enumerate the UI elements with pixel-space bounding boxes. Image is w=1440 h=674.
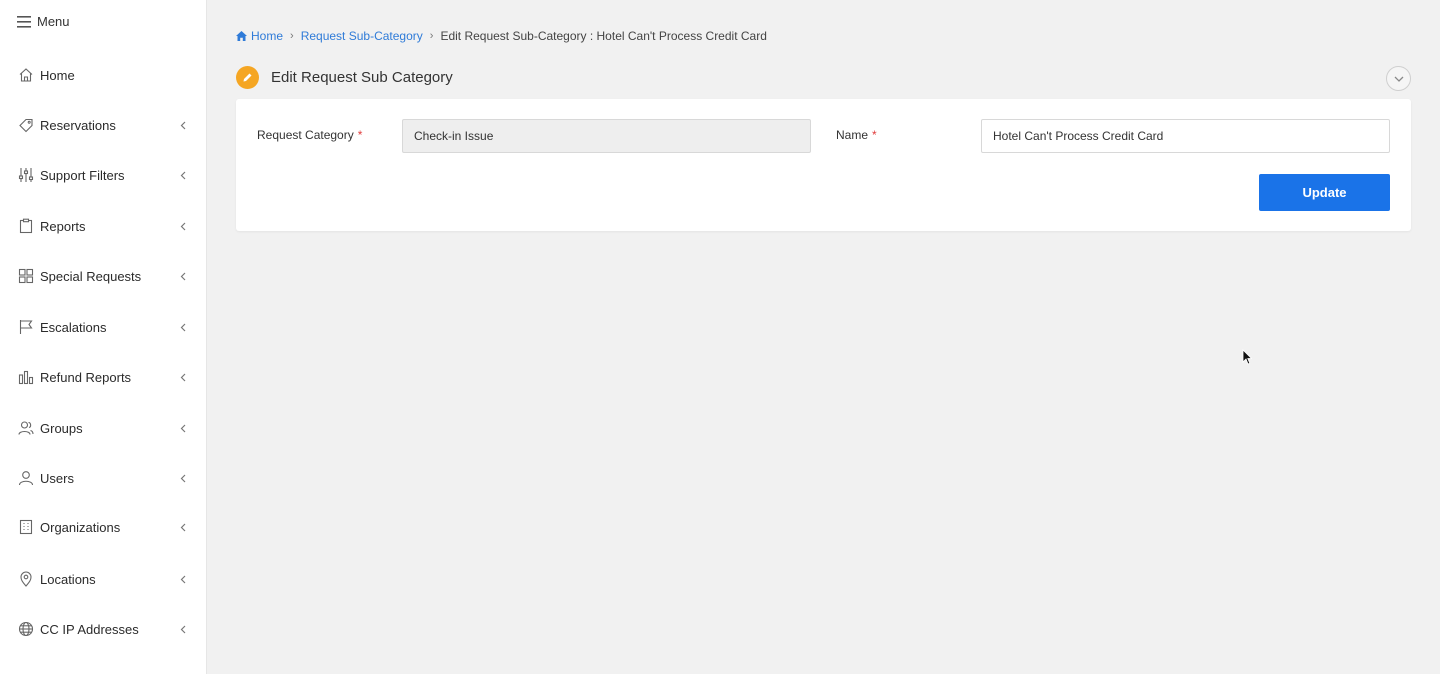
hamburger-icon: [17, 15, 31, 28]
sidebar-item-groups[interactable]: Groups: [0, 408, 206, 448]
chevron-left-icon[interactable]: [178, 221, 188, 231]
menu-label: Menu: [37, 14, 70, 29]
grid-icon: [17, 267, 35, 285]
chevron-left-icon[interactable]: [178, 423, 188, 433]
clipboard-icon: [17, 217, 35, 235]
globe-icon: [17, 620, 35, 638]
breadcrumb-separator-icon: ›: [290, 30, 294, 42]
request-category-value: Check-in Issue: [414, 129, 494, 143]
update-button[interactable]: Update: [1259, 174, 1390, 211]
sidebar-item-label: Home: [40, 67, 75, 83]
chevron-left-icon[interactable]: [178, 271, 188, 281]
map-pin-icon: [17, 570, 35, 588]
user-icon: [17, 469, 35, 487]
bar-chart-icon: [17, 368, 35, 386]
page-title: Edit Request Sub Category: [271, 69, 453, 86]
page-header: Edit Request Sub Category: [236, 66, 453, 89]
building-icon: [17, 518, 35, 536]
sidebar-item-refund-reports[interactable]: Refund Reports: [0, 357, 206, 397]
request-category-field[interactable]: Check-in Issue: [402, 119, 811, 153]
request-category-label-text: Request Category: [257, 128, 354, 142]
menu-toggle[interactable]: Menu: [17, 14, 70, 29]
chevron-left-icon[interactable]: [178, 120, 188, 130]
required-marker: *: [357, 128, 363, 142]
name-label-text: Name: [836, 128, 869, 142]
request-category-label: Request Category *: [257, 128, 362, 142]
name-label: Name *: [836, 128, 877, 142]
chevron-left-icon[interactable]: [178, 170, 188, 180]
sidebar-item-locations[interactable]: Locations: [0, 559, 206, 599]
name-input[interactable]: [981, 119, 1390, 153]
breadcrumb-parent-link[interactable]: Request Sub-Category: [301, 29, 423, 43]
sidebar-item-users[interactable]: Users: [0, 458, 206, 498]
main-content: Home › Request Sub-Category › Edit Reque…: [207, 0, 1440, 674]
chevron-left-icon[interactable]: [178, 322, 188, 332]
breadcrumb-home-link[interactable]: Home: [236, 29, 283, 43]
sidebar: Menu Home Reservations Support Filters Repo…: [0, 0, 207, 674]
sidebar-item-escalations[interactable]: Escalations: [0, 307, 206, 347]
sidebar-item-home[interactable]: Home: [0, 55, 206, 95]
title-badge: [236, 66, 259, 89]
edit-form-card: Request Category* Check-in Issue Name* U…: [236, 99, 1411, 231]
required-marker: *: [872, 128, 877, 142]
sidebar-item-organizations[interactable]: Organizations: [0, 507, 206, 547]
pencil-icon: [243, 73, 252, 82]
chevron-left-icon[interactable]: [178, 624, 188, 634]
chevron-left-icon[interactable]: [178, 372, 188, 382]
sidebar-item-reservations[interactable]: Reservations: [0, 105, 206, 145]
home-icon: [17, 66, 35, 84]
breadcrumb-current: Edit Request Sub-Category : Hotel Can't …: [440, 29, 767, 43]
sliders-icon: [17, 166, 35, 184]
breadcrumb-separator-icon: ›: [429, 30, 434, 42]
tag-icon: [17, 116, 35, 134]
collapse-panel-button[interactable]: [1386, 66, 1411, 91]
sidebar-item-special-requests[interactable]: Special Requests: [0, 256, 206, 296]
sidebar-item-support-filters[interactable]: Support Filters: [0, 155, 206, 195]
chevron-down-icon: [1394, 76, 1403, 82]
home-icon: [236, 31, 247, 41]
flag-icon: [17, 318, 35, 336]
breadcrumb: Home › Request Sub-Category › Edit Reque…: [236, 29, 767, 43]
sidebar-item-cc-ip-addresses[interactable]: CC IP Addresses: [0, 609, 206, 649]
chevron-left-icon[interactable]: [178, 522, 188, 532]
chevron-left-icon[interactable]: [178, 574, 188, 584]
sidebar-item-reports[interactable]: Reports: [0, 206, 206, 246]
chevron-left-icon[interactable]: [178, 473, 188, 483]
breadcrumb-home-label: Home: [251, 29, 284, 43]
group-icon: [17, 419, 35, 437]
